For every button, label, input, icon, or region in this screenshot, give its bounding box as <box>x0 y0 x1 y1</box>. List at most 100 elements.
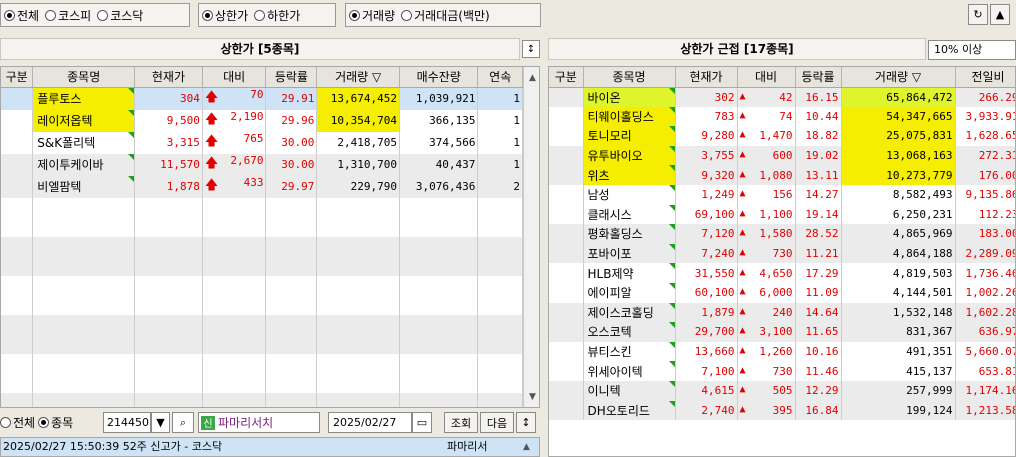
status-up-arrow-icon[interactable]: ▲ <box>523 438 530 456</box>
table-row[interactable] <box>1 275 523 296</box>
empty-cell <box>316 217 401 237</box>
table-row[interactable]: HLB제약 31,550 ▲ 4,650 17.29 4,819,503 1,736.46 <box>549 263 1015 283</box>
limit-radio-1[interactable]: 하한가 <box>254 7 300 24</box>
stock-name-cell[interactable]: 플루토스 <box>32 87 136 110</box>
column-header[interactable]: 전일비 <box>955 67 1015 88</box>
code-dropdown-button[interactable]: ▼ <box>151 412 170 433</box>
table-row[interactable] <box>1 334 523 355</box>
stock-name-cell[interactable]: 토니모리 <box>583 126 676 146</box>
stock-name-cell[interactable]: 클래시스 <box>583 204 676 225</box>
table-row[interactable]: 플루토스 304 🡅 70 29.91 13,674,452 1,039,921 1 <box>1 87 523 110</box>
query-button[interactable]: 조회 <box>444 412 478 433</box>
column-header[interactable]: 구분 <box>1 67 34 88</box>
scroll-up-arrow-icon[interactable]: ▲ <box>525 70 539 85</box>
table-row[interactable]: 레이저옵텍 9,500 🡅 2,190 29.96 10,354,704 366,135 1 <box>1 109 523 132</box>
stock-name-cell[interactable]: 평화홀딩스 <box>583 224 676 244</box>
stock-name-cell[interactable]: HLB제약 <box>583 263 676 283</box>
table-row[interactable]: 위츠 9,320 ▲ 1,080 13.11 10,273,779 176.00 <box>549 165 1015 185</box>
column-header[interactable]: 거래량 ▽ <box>841 67 956 88</box>
stock-name-cell[interactable]: 제이투케이바 <box>32 153 136 176</box>
market-radio-0[interactable]: 전체 <box>4 7 39 24</box>
stock-name-cell[interactable]: 위츠 <box>583 165 676 185</box>
refresh-button[interactable]: ↻ <box>968 4 988 25</box>
bottom-sort-button[interactable]: ↕ <box>516 412 536 433</box>
column-header[interactable]: 종목명 <box>32 67 136 88</box>
table-row[interactable] <box>1 256 523 276</box>
table-row[interactable]: 평화홀딩스 7,120 ▲ 1,580 28.52 4,865,969 183.00 <box>549 224 1015 244</box>
table-row[interactable] <box>1 354 523 374</box>
table-row[interactable]: 제이스코홀딩 1,879 ▲ 240 14.64 1,532,148 1,602.28 <box>549 302 1015 323</box>
table-row[interactable]: 뷰티스킨 13,660 ▲ 1,260 10.16 491,351 5,660.07 <box>549 341 1015 362</box>
table-row[interactable]: 제이투케이바 11,570 🡅 2,670 30.00 1,310,700 40,437 1 <box>1 153 523 176</box>
stock-name-cell[interactable]: 남성 <box>583 184 676 205</box>
rate-cell: 28.52 <box>795 224 842 244</box>
market-radio-1[interactable]: 코스피 <box>45 7 91 24</box>
scope-radio-1[interactable]: 종목 <box>38 414 73 431</box>
volume-cell: 229,790 <box>316 175 401 198</box>
sort-radio-0[interactable]: 거래량 <box>349 7 395 24</box>
table-row[interactable]: 에이피알 60,100 ▲ 6,000 11.09 4,144,501 1,002.26 <box>549 282 1015 303</box>
table-row[interactable]: 클래시스 69,100 ▲ 1,100 19.14 6,250,231 112.23 <box>549 204 1015 225</box>
table-row[interactable]: 위세아이텍 7,100 ▲ 730 11.46 415,137 653.81 <box>549 361 1015 381</box>
column-header[interactable]: 구분 <box>549 67 584 88</box>
scroll-down-arrow-icon[interactable]: ▼ <box>525 389 539 404</box>
column-header[interactable]: 현재가 <box>675 67 738 88</box>
column-header[interactable]: 대비 <box>202 67 267 88</box>
stock-name-cell[interactable]: 바이온 <box>583 87 676 107</box>
stock-name-cell[interactable]: S&K폴리텍 <box>32 131 136 154</box>
table-row[interactable]: 이니텍 4,615 ▲ 505 12.29 257,999 1,174.16 <box>549 380 1015 401</box>
limit-radio-0[interactable]: 상한가 <box>202 7 248 24</box>
table-row[interactable]: 포바이포 7,240 ▲ 730 11.21 4,864,188 2,289.09 <box>549 243 1015 264</box>
column-header[interactable]: 대비 <box>737 67 796 88</box>
market-radio-2[interactable]: 코스닥 <box>97 7 143 24</box>
stock-name-cell[interactable]: 레이저옵텍 <box>32 109 136 132</box>
column-header[interactable]: 매수잔량 <box>399 67 479 88</box>
table-row[interactable] <box>1 197 523 218</box>
table-row[interactable]: 남성 1,249 ▲ 156 14.27 8,582,493 9,135.86 <box>549 184 1015 205</box>
table-row[interactable]: 오스코텍 29,700 ▲ 3,100 11.65 831,367 636.97 <box>549 322 1015 342</box>
table-row[interactable]: 유투바이오 3,755 ▲ 600 19.02 13,068,163 272.31 <box>549 145 1015 166</box>
table-row[interactable]: 바이온 302 ▲ 42 16.15 65,864,472 266.29 <box>549 87 1015 107</box>
table-row[interactable]: 비엘팜텍 1,878 🡅 433 29.97 229,790 3,076,436 2 <box>1 175 523 198</box>
table-row[interactable] <box>1 393 523 407</box>
rate-cell: 30.00 <box>265 131 318 154</box>
column-header[interactable]: 거래량 ▽ <box>316 67 401 88</box>
rate-filter-select[interactable]: 10% 이상 <box>928 40 1016 60</box>
stock-name-cell[interactable]: 제이스코홀딩 <box>583 302 676 323</box>
column-header[interactable]: 연속 <box>477 67 523 88</box>
stock-name-cell[interactable]: 포바이포 <box>583 243 676 264</box>
scroll-up-button[interactable]: ▲ <box>990 4 1010 25</box>
stock-name-cell[interactable]: 비엘팜텍 <box>32 175 136 198</box>
table-row[interactable] <box>1 236 523 257</box>
stock-name-cell[interactable]: 에이피알 <box>583 282 676 303</box>
table-row[interactable]: DH오토리드 2,740 ▲ 395 16.84 199,124 1,213.58 <box>549 400 1015 421</box>
stock-name-cell[interactable]: 위세아이텍 <box>583 361 676 381</box>
table-row[interactable] <box>1 315 523 335</box>
column-header[interactable]: 종목명 <box>583 67 676 88</box>
table-row[interactable] <box>1 295 523 316</box>
stock-name-cell[interactable]: 오스코텍 <box>583 322 676 342</box>
stock-name-cell[interactable]: 티웨이홀딩스 <box>583 106 676 127</box>
table-row[interactable]: 토니모리 9,280 ▲ 1,470 18.82 25,075,831 1,628.65 <box>549 126 1015 146</box>
stock-name-cell[interactable]: 유투바이오 <box>583 145 676 166</box>
column-header[interactable]: 등락률 <box>265 67 318 88</box>
stock-name-cell[interactable]: DH오토리드 <box>583 400 676 421</box>
left-sort-button[interactable]: ↕ <box>522 40 540 58</box>
next-button[interactable]: 다음 <box>480 412 514 433</box>
table-row[interactable]: 티웨이홀딩스 783 ▲ 74 10.44 54,347,665 3,933.91 <box>549 106 1015 127</box>
table-row[interactable] <box>1 217 523 237</box>
column-header[interactable]: 현재가 <box>134 67 203 88</box>
table-row[interactable] <box>1 373 523 394</box>
left-grid-scrollbar[interactable]: ▲ ▼ <box>523 67 539 407</box>
column-header[interactable]: 등락률 <box>795 67 842 88</box>
date-input[interactable]: 2025/02/27 <box>328 412 412 433</box>
stock-name-cell[interactable]: 이니텍 <box>583 380 676 401</box>
stock-code-input[interactable]: 214450 <box>103 412 151 433</box>
table-row[interactable]: S&K폴리텍 3,315 🡅 765 30.00 2,418,705 374,566 1 <box>1 131 523 154</box>
sort-radio-1[interactable]: 거래대금(백만) <box>401 7 490 24</box>
rate-cell: 13.11 <box>795 165 842 185</box>
scope-radio-0[interactable]: 전체 <box>0 414 35 431</box>
calendar-button[interactable]: ▭ <box>412 412 432 433</box>
stock-name-cell[interactable]: 뷰티스킨 <box>583 341 676 362</box>
search-button[interactable]: ⌕ <box>172 412 194 433</box>
